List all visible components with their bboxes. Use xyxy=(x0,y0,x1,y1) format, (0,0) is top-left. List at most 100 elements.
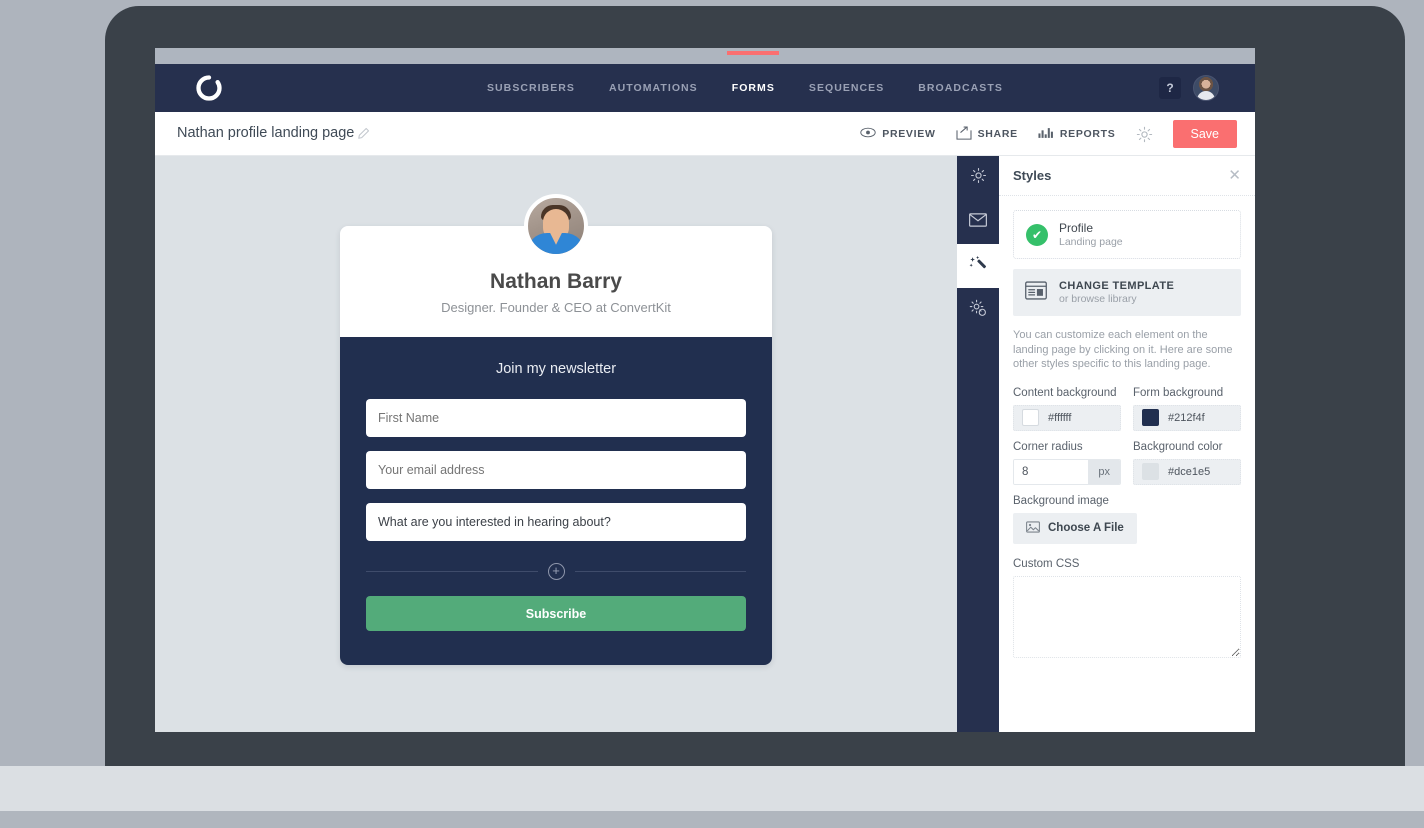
bar-chart-icon xyxy=(1038,127,1054,142)
change-template-title: CHANGE TEMPLATE xyxy=(1059,280,1175,292)
styles-panel-title: Styles xyxy=(1013,168,1052,183)
form-background-group: Form background #212f4f xyxy=(1133,387,1241,431)
share-button[interactable]: SHARE xyxy=(956,126,1018,143)
page-background-value: #dce1e5 xyxy=(1168,465,1211,478)
email-field[interactable] xyxy=(366,451,746,489)
first-name-field[interactable] xyxy=(366,399,746,437)
page-background-group: Background color #dce1e5 xyxy=(1133,441,1241,485)
content-background-input[interactable]: #ffffff xyxy=(1013,404,1121,431)
form-background-label: Form background xyxy=(1133,386,1224,399)
top-navigation-bar: SUBSCRIBERS AUTOMATIONS FORMS SEQUENCES … xyxy=(155,64,1255,112)
envelope-icon xyxy=(969,212,987,232)
divider-right xyxy=(574,571,746,572)
add-field-row: + xyxy=(366,563,746,580)
background-image-group: Background image Choose A File xyxy=(1013,495,1241,544)
page-background-input[interactable]: #dce1e5 xyxy=(1133,458,1241,485)
change-template-subtitle: or browse library xyxy=(1059,293,1137,305)
form-background-input[interactable]: #212f4f xyxy=(1133,404,1241,431)
reports-label: REPORTS xyxy=(1059,128,1116,140)
custom-css-textarea[interactable] xyxy=(1013,575,1241,658)
custom-css-label: Custom CSS xyxy=(1013,557,1080,570)
nav-item-forms[interactable]: FORMS xyxy=(730,67,777,110)
share-icon xyxy=(956,126,972,143)
preview-button[interactable]: PREVIEW xyxy=(860,127,935,141)
help-button[interactable]: ? xyxy=(1159,77,1181,99)
reports-button[interactable]: REPORTS xyxy=(1038,127,1116,142)
template-icon xyxy=(1025,280,1047,305)
magic-wand-icon xyxy=(969,255,987,278)
desk-strip xyxy=(0,766,1424,811)
main-nav-links: SUBSCRIBERS AUTOMATIONS FORMS SEQUENCES … xyxy=(485,64,1005,112)
template-name: Profile xyxy=(1059,221,1094,235)
change-template-text: CHANGE TEMPLATE or browse library xyxy=(1059,280,1174,305)
page-title: Nathan profile landing page xyxy=(177,125,355,141)
page-background-label: Background color xyxy=(1133,440,1223,453)
corner-radius-input[interactable]: px xyxy=(1013,458,1121,485)
avatar[interactable] xyxy=(1193,75,1219,101)
styles-description: You can customize each element on the la… xyxy=(1013,329,1233,371)
scene: SUBSCRIBERS AUTOMATIONS FORMS SEQUENCES … xyxy=(0,0,1424,828)
template-subtitle: Landing page xyxy=(1059,236,1123,248)
divider-left xyxy=(366,571,538,572)
nav-item-broadcasts[interactable]: BROADCASTS xyxy=(916,67,1005,110)
nav-item-sequences[interactable]: SEQUENCES xyxy=(807,67,886,110)
rail-item-settings[interactable] xyxy=(957,156,999,200)
settings-gear-icon[interactable] xyxy=(1136,126,1153,143)
editor-canvas: Nathan Barry Designer. Founder & CEO at … xyxy=(155,156,957,732)
profile-photo-icon[interactable] xyxy=(524,194,588,258)
browser-screen: SUBSCRIBERS AUTOMATIONS FORMS SEQUENCES … xyxy=(155,48,1255,732)
corner-radius-field[interactable] xyxy=(1014,459,1089,484)
editor-subheader: Nathan profile landing page PREVIEW SHAR… xyxy=(155,112,1255,156)
choose-file-button[interactable]: Choose A File xyxy=(1013,512,1137,544)
editor-tool-rail xyxy=(957,156,999,732)
form-heading[interactable]: Join my newsletter xyxy=(366,361,746,377)
profile-name: Nathan Barry xyxy=(490,270,622,293)
styles-panel: Styles ✕ ✔ Profile Landing page CHANGE T… xyxy=(999,156,1255,732)
close-icon[interactable]: ✕ xyxy=(1228,168,1241,183)
check-icon: ✔ xyxy=(1026,223,1048,246)
save-button[interactable]: Save xyxy=(1172,120,1237,148)
rail-item-advanced[interactable] xyxy=(957,288,999,332)
browser-chrome-strip xyxy=(155,48,1255,64)
styles-panel-body: ✔ Profile Landing page CHANGE TEMPLATE o… xyxy=(999,196,1255,677)
rail-item-email[interactable] xyxy=(957,200,999,244)
content-background-label: Content background xyxy=(1013,386,1117,399)
subscribe-button[interactable]: Subscribe xyxy=(366,596,746,631)
form-background-value: #212f4f xyxy=(1168,411,1205,424)
plus-circle-icon[interactable]: + xyxy=(547,563,565,580)
corner-radius-label: Corner radius xyxy=(1013,440,1083,453)
current-template-card[interactable]: ✔ Profile Landing page xyxy=(1013,210,1241,259)
interest-field[interactable] xyxy=(366,503,746,541)
page-background-swatch[interactable] xyxy=(1142,463,1159,481)
share-label: SHARE xyxy=(977,128,1018,140)
corner-radius-unit: px xyxy=(1088,459,1120,484)
styles-panel-header: Styles ✕ xyxy=(999,156,1255,196)
content-background-swatch[interactable] xyxy=(1022,409,1039,427)
form-background-swatch[interactable] xyxy=(1142,409,1159,427)
choose-file-label: Choose A File xyxy=(1048,522,1124,535)
nav-right-group: ? xyxy=(1159,64,1219,112)
current-template-text: Profile Landing page xyxy=(1059,221,1123,248)
content-background-value: #ffffff xyxy=(1048,411,1072,424)
form-card: Nathan Barry Designer. Founder & CEO at … xyxy=(340,226,772,665)
nav-item-automations[interactable]: AUTOMATIONS xyxy=(607,67,700,110)
change-template-button[interactable]: CHANGE TEMPLATE or browse library xyxy=(1013,269,1241,316)
eye-icon xyxy=(860,127,876,141)
nav-item-subscribers[interactable]: SUBSCRIBERS xyxy=(485,67,577,110)
background-color-row: Content background #ffffff Form backgrou… xyxy=(1013,387,1241,431)
pencil-icon[interactable] xyxy=(357,127,370,145)
corner-radius-group: Corner radius px xyxy=(1013,441,1121,485)
image-icon xyxy=(1026,520,1040,536)
rail-item-styles[interactable] xyxy=(957,244,999,288)
preview-label: PREVIEW xyxy=(882,128,936,140)
custom-css-group: Custom CSS xyxy=(1013,558,1241,663)
background-image-label: Background image xyxy=(1013,494,1109,507)
gear-plus-icon xyxy=(969,299,987,322)
subheader-actions: PREVIEW SHARE REPORTS Save xyxy=(860,112,1237,156)
content-background-group: Content background #ffffff xyxy=(1013,387,1121,431)
desk-strip-lower xyxy=(0,811,1424,828)
convertkit-logo-icon[interactable] xyxy=(195,74,223,102)
form-body[interactable]: Join my newsletter + Subscribe xyxy=(340,337,772,665)
profile-tagline: Designer. Founder & CEO at ConvertKit xyxy=(441,300,671,315)
radius-background-row: Corner radius px Background color #dce1e… xyxy=(1013,441,1241,485)
